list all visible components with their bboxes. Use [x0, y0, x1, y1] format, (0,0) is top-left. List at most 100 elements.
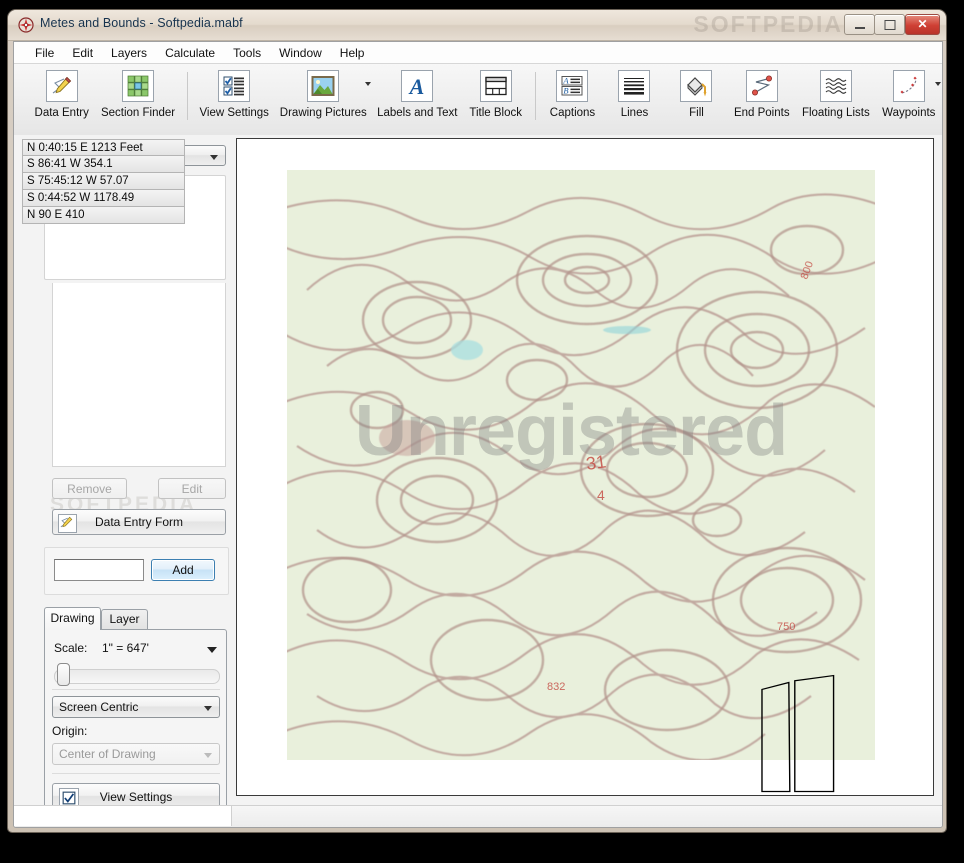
maximize-button[interactable]	[874, 14, 905, 35]
svg-text:4: 4	[597, 487, 605, 503]
title-block-icon	[480, 70, 512, 102]
minimize-button[interactable]	[844, 14, 875, 35]
view-mode-dropdown[interactable]: Screen Centric	[52, 696, 220, 718]
menu-file[interactable]: File	[26, 44, 63, 62]
toolbar-title-block[interactable]: Title Block	[463, 64, 529, 119]
add-button-label: Add	[172, 563, 193, 577]
data-entry-form-button[interactable]: Data Entry Form	[52, 509, 226, 535]
toolbar-section-finder[interactable]: Section Finder	[95, 64, 180, 119]
toolbar-captions[interactable]: A B Captions	[541, 64, 603, 119]
calls-list[interactable]: N 0:40:15 E 1213 Feet S 86:41 W 354.1 S …	[22, 139, 185, 235]
client-area: File Edit Layers Calculate Tools Window …	[13, 41, 943, 828]
topographic-map-image: 31 4 800 750 832	[287, 170, 875, 760]
lines-icon	[618, 70, 650, 102]
toolbar-label: Data Entry	[35, 107, 89, 119]
data-entry-form-label: Data Entry Form	[95, 515, 183, 529]
toolbar-labels-and-text[interactable]: A Labels and Text	[372, 64, 463, 119]
toolbar-fill[interactable]: Fill	[665, 64, 727, 119]
list-item[interactable]: S 86:41 W 354.1	[22, 156, 185, 173]
svg-text:A: A	[408, 74, 425, 98]
toolbar-label: View Settings	[199, 107, 268, 119]
view-mode-value: Screen Centric	[59, 700, 138, 714]
toolbar-label: Captions	[550, 107, 595, 119]
close-button[interactable]: ✕	[905, 14, 940, 35]
menu-layers[interactable]: Layers	[102, 44, 156, 62]
add-button[interactable]: Add	[151, 559, 215, 581]
origin-value: Center of Drawing	[59, 747, 156, 761]
toolbar-label: Title Block	[469, 107, 522, 119]
svg-text:A: A	[563, 76, 570, 86]
letter-a-icon: A	[401, 70, 433, 102]
left-sidebar: Plot 12 N 0:40:15 E 1213 Feet S 86:41 W …	[14, 135, 231, 805]
toolbar-label: Section Finder	[101, 107, 175, 119]
menu-window[interactable]: Window	[270, 44, 331, 62]
scale-value: 1" = 647'	[102, 641, 149, 655]
toolbar-label: Labels and Text	[377, 107, 457, 119]
toolbar-label: Fill	[689, 107, 704, 119]
list-item[interactable]: S 0:44:52 W 1178.49	[22, 190, 185, 207]
pencil-path-icon	[58, 514, 77, 533]
origin-dropdown[interactable]: Center of Drawing	[52, 743, 220, 765]
toolbar-data-entry[interactable]: Data Entry	[28, 64, 95, 119]
toolbar-lines[interactable]: Lines	[603, 64, 665, 119]
paint-bucket-icon	[680, 70, 712, 102]
softpedia-title-watermark: SOFTPEDIA	[693, 11, 843, 38]
pencil-path-icon	[46, 70, 78, 102]
toolbar-end-points[interactable]: End Points	[727, 64, 796, 119]
chevron-down-icon	[204, 753, 212, 758]
toolbar-separator	[535, 72, 536, 120]
toolbar-label: Drawing Pictures	[280, 107, 367, 119]
edit-button[interactable]: Edit	[158, 478, 226, 499]
list-item[interactable]: N 90 E 410	[22, 207, 185, 224]
chevron-down-icon[interactable]	[365, 82, 371, 86]
status-bar	[14, 805, 942, 827]
checklist-icon	[218, 70, 250, 102]
chevron-down-icon[interactable]	[935, 82, 941, 86]
toolbar-separator	[187, 72, 188, 120]
main-content: Plot 12 N 0:40:15 E 1213 Feet S 86:41 W …	[14, 135, 942, 805]
tab-drawing[interactable]: Drawing	[44, 607, 101, 630]
toolbar-view-settings[interactable]: View Settings	[194, 64, 275, 119]
menu-calculate[interactable]: Calculate	[156, 44, 224, 62]
chevron-down-icon	[210, 155, 218, 160]
remove-button[interactable]: Remove	[52, 478, 127, 499]
toolbar-label: Lines	[621, 107, 649, 119]
wavy-lines-icon	[820, 70, 852, 102]
list-item[interactable]: S 75:45:12 W 57.07	[22, 173, 185, 190]
end-points-icon	[746, 70, 778, 102]
menu-edit[interactable]: Edit	[63, 44, 102, 62]
toolbar-floating-lists[interactable]: Floating Lists	[796, 64, 876, 119]
remove-button-label: Remove	[67, 482, 112, 496]
toolbar-drawing-pictures[interactable]: Drawing Pictures	[275, 64, 372, 119]
chevron-down-icon[interactable]	[207, 647, 217, 653]
toolbar-waypoints[interactable]: Waypoints	[876, 64, 942, 119]
edit-button-label: Edit	[182, 482, 203, 496]
status-bar-left-pane	[14, 806, 232, 826]
section-grid-icon	[122, 70, 154, 102]
window-title: Metes and Bounds - Softpedia.mabf	[40, 16, 243, 30]
tab-layer[interactable]: Layer	[101, 609, 148, 630]
waypoints-icon	[893, 70, 925, 102]
canvas-frame[interactable]: 31 4 800 750 832 Unregistered	[236, 138, 934, 796]
close-icon: ✕	[917, 18, 927, 30]
menu-bar: File Edit Layers Calculate Tools Window …	[14, 42, 942, 64]
drawing-area: 31 4 800 750 832 Unregistered	[231, 135, 942, 805]
scale-slider-track[interactable]	[54, 669, 220, 684]
toolbar-label: End Points	[734, 107, 790, 119]
button-label: View Settings	[100, 790, 173, 804]
picture-icon	[307, 70, 339, 102]
title-bar: Metes and Bounds - Softpedia.mabf SOFTPE…	[8, 10, 946, 41]
divider	[52, 773, 220, 774]
toolbar-label: Waypoints	[882, 107, 935, 119]
canvas-inner[interactable]: 31 4 800 750 832 Unregistered	[237, 139, 933, 795]
svg-text:832: 832	[547, 681, 565, 693]
svg-text:750: 750	[777, 621, 795, 633]
add-call-input[interactable]	[54, 559, 144, 581]
chevron-down-icon	[204, 706, 212, 711]
menu-help[interactable]: Help	[331, 44, 374, 62]
menu-tools[interactable]: Tools	[224, 44, 270, 62]
list-item[interactable]: N 0:40:15 E 1213 Feet	[22, 139, 185, 156]
application-window: Metes and Bounds - Softpedia.mabf SOFTPE…	[8, 10, 946, 832]
svg-text:31: 31	[585, 451, 608, 474]
scale-slider-thumb[interactable]	[57, 663, 70, 686]
